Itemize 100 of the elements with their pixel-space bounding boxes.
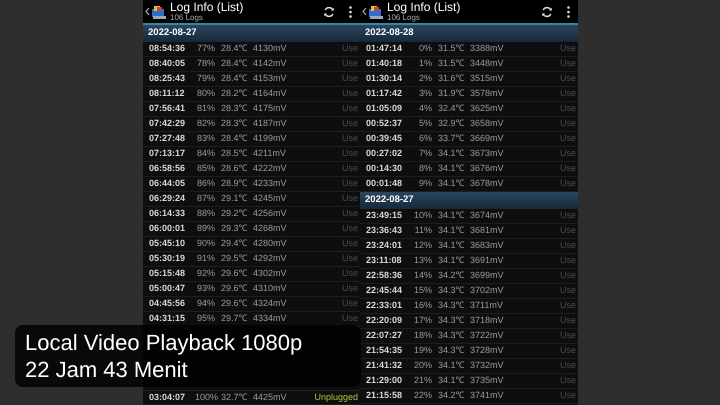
log-percent: 21% — [412, 374, 432, 388]
log-voltage: 3578mV — [470, 87, 505, 100]
log-temperature: 28.4℃ — [220, 42, 249, 56]
log-time: 22:20:09 — [366, 314, 404, 328]
log-status: Unplugged — [314, 390, 358, 404]
refresh-icon[interactable] — [541, 6, 553, 18]
log-percent: 81% — [196, 102, 215, 116]
log-time: 00:52:37 — [366, 117, 404, 130]
log-time: 00:01:48 — [366, 177, 404, 190]
log-status: Use — [560, 57, 576, 70]
log-percent: 89% — [196, 222, 215, 236]
log-temperature: 28.4℃ — [220, 72, 249, 86]
log-voltage: 3718mV — [470, 314, 505, 328]
log-temperature: 34.1℃ — [437, 209, 466, 222]
back-icon[interactable] — [145, 7, 150, 16]
log-temperature: 34.1℃ — [437, 239, 466, 252]
log-status: Use — [342, 72, 358, 86]
log-voltage: 3683mV — [470, 239, 505, 252]
log-status: Use — [342, 207, 358, 220]
log-voltage: 4302mV — [253, 267, 288, 280]
log-status: Use — [342, 267, 358, 280]
log-time: 03:04:07 — [149, 390, 186, 404]
log-time: 21:54:35 — [366, 344, 404, 358]
log-status: Use — [342, 162, 358, 176]
log-status: Use — [560, 87, 576, 100]
log-time: 08:40:05 — [149, 57, 186, 70]
log-voltage: 3741mV — [470, 389, 505, 402]
log-time: 07:27:48 — [149, 132, 186, 146]
log-time: 21:15:58 — [366, 389, 404, 402]
log-voltage: 4222mV — [253, 162, 288, 176]
log-status: Use — [560, 102, 576, 116]
log-percent: 0% — [418, 42, 432, 56]
log-status: Use — [560, 72, 576, 86]
log-percent: 8% — [418, 162, 432, 176]
log-voltage: 3728mV — [470, 344, 505, 358]
log-voltage: 3515mV — [470, 72, 505, 86]
refresh-icon[interactable] — [323, 6, 335, 18]
log-time: 05:30:19 — [149, 252, 186, 266]
log-voltage: 3702mV — [470, 284, 505, 298]
log-temperature: 34.1℃ — [437, 162, 466, 176]
log-percent: 20% — [412, 359, 432, 372]
log-voltage: 4153mV — [253, 72, 288, 86]
log-status: Use — [342, 42, 358, 56]
date-header: 2022-08-27 — [148, 26, 197, 40]
log-voltage: 4233mV — [253, 177, 288, 190]
log-temperature: 33.7℃ — [437, 132, 466, 146]
log-temperature: 29.6℃ — [220, 267, 249, 280]
more-menu-icon[interactable] — [349, 6, 352, 18]
more-menu-icon[interactable] — [567, 6, 570, 18]
log-time: 01:47:14 — [366, 42, 404, 56]
log-status: Use — [560, 42, 576, 56]
log-voltage: 3625mV — [470, 102, 505, 116]
log-status: Use — [560, 344, 576, 358]
log-status: Use — [342, 117, 358, 130]
log-time: 06:44:05 — [149, 177, 186, 190]
log-voltage: 4211mV — [253, 147, 287, 160]
log-temperature: 34.3℃ — [437, 284, 466, 298]
log-status: Use — [560, 254, 576, 268]
log-temperature: 29.5℃ — [220, 252, 249, 266]
log-status: Use — [560, 177, 576, 190]
log-percent: 82% — [196, 117, 215, 130]
log-time: 07:13:17 — [149, 147, 186, 160]
log-time: 05:15:48 — [149, 267, 186, 280]
log-voltage: 3388mV — [470, 42, 505, 56]
log-temperature: 34.3℃ — [437, 314, 466, 328]
back-icon[interactable] — [362, 7, 367, 16]
log-percent: 90% — [196, 237, 215, 250]
log-voltage: 3735mV — [470, 374, 505, 388]
log-temperature: 31.5℃ — [437, 57, 466, 70]
log-percent: 15% — [412, 284, 432, 298]
log-voltage: 3732mV — [470, 359, 505, 372]
log-temperature: 29.4℃ — [220, 237, 249, 250]
log-voltage: 3669mV — [470, 132, 505, 146]
log-temperature: 28.4℃ — [220, 57, 249, 70]
log-voltage: 4425mV — [253, 390, 288, 404]
log-status: Use — [560, 209, 576, 222]
log-temperature: 28.3℃ — [220, 117, 249, 130]
log-time: 22:45:44 — [366, 284, 404, 298]
log-voltage: 4187mV — [253, 117, 288, 130]
log-time: 21:29:00 — [366, 374, 404, 388]
app-icon — [151, 4, 167, 20]
date-header: 2022-08-27 — [365, 193, 414, 208]
log-percent: 4% — [418, 102, 432, 116]
log-percent: 94% — [196, 297, 215, 310]
log-percent: 18% — [412, 329, 432, 342]
log-percent: 11% — [414, 224, 432, 238]
log-temperature: 32.4℃ — [437, 102, 466, 116]
log-time: 06:14:33 — [149, 207, 186, 220]
log-percent: 85% — [196, 162, 215, 176]
caption-text: 22 Jam 43 Menit — [25, 356, 189, 383]
log-voltage: 4334mV — [253, 312, 288, 326]
log-voltage: 3673mV — [470, 147, 505, 160]
log-status: Use — [560, 239, 576, 252]
log-temperature: 34.1℃ — [437, 177, 466, 190]
log-status: Use — [560, 314, 576, 328]
log-percent: 77% — [196, 42, 215, 56]
log-temperature: 34.2℃ — [437, 389, 466, 402]
log-percent: 88% — [196, 207, 215, 220]
log-temperature: 32.9℃ — [437, 117, 466, 130]
log-time: 01:17:42 — [366, 87, 404, 100]
